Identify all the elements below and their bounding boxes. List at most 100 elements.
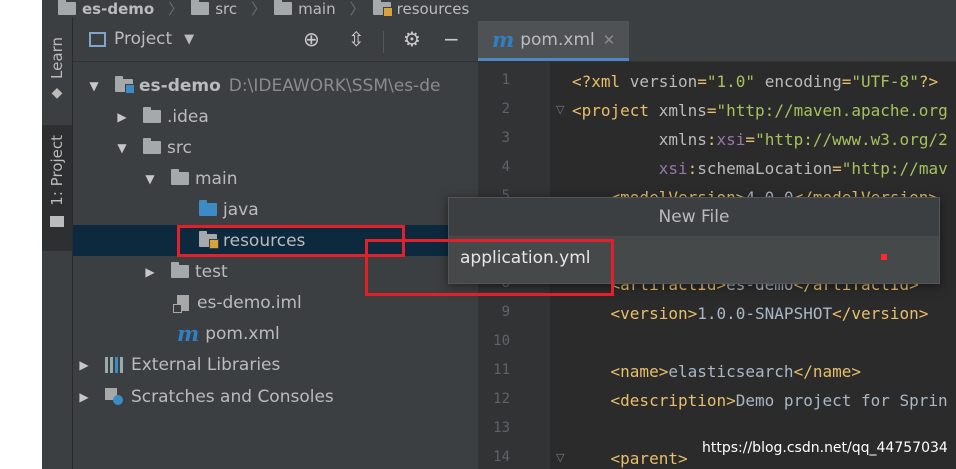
code-token: schemaLocation bbox=[697, 159, 833, 178]
fold-marker-icon[interactable]: ▽ bbox=[556, 103, 566, 116]
code-line: <description>Demo project for Sprin bbox=[572, 391, 948, 410]
folder-icon bbox=[274, 0, 293, 15]
fold-marker-icon[interactable]: ▽ bbox=[556, 451, 566, 464]
source-folder-icon bbox=[199, 200, 217, 216]
line-number: 2 bbox=[501, 101, 510, 117]
gear-icon[interactable]: ⚙ bbox=[403, 27, 421, 51]
folder-icon bbox=[191, 0, 210, 15]
chevron-down-icon[interactable]: ▼ bbox=[115, 141, 129, 155]
hide-panel-icon[interactable]: − bbox=[443, 27, 460, 51]
libraries-icon bbox=[105, 356, 123, 373]
chevron-right-icon[interactable]: ▶ bbox=[143, 265, 157, 279]
project-tool-tab[interactable]: 1: Project bbox=[42, 125, 72, 251]
line-number: 11 bbox=[493, 362, 510, 378]
code-token: elasticsearch bbox=[668, 362, 794, 381]
project-panel-toolbar: Project ▼ ⊕ ⇳ ⚙ − bbox=[73, 17, 478, 62]
code-token: xmlns bbox=[658, 101, 707, 120]
line-number: 4 bbox=[501, 159, 510, 175]
learn-tool-tab[interactable]: Learn ◆ bbox=[42, 37, 72, 127]
tool-window-strip: Learn ◆ 1: Project bbox=[42, 17, 73, 469]
locate-icon[interactable]: ⊕ bbox=[303, 27, 320, 51]
highlight-box-filename bbox=[365, 239, 614, 296]
code-line: <project xmlns="http://maven.apache.org bbox=[572, 101, 948, 120]
scratches-icon bbox=[105, 388, 123, 405]
code-token: <parent> bbox=[572, 449, 688, 468]
code-token: xsi bbox=[716, 130, 746, 149]
code-token: 1.0.0-SNAPSHOT bbox=[697, 304, 833, 323]
code-token: xsi bbox=[658, 159, 688, 178]
tree-item-external-libraries[interactable]: ▶ External Libraries bbox=[73, 349, 482, 380]
code-token: <project bbox=[572, 101, 659, 120]
breadcrumb-item-es-demo[interactable]: es-demo bbox=[58, 0, 154, 18]
code-token: = bbox=[706, 101, 717, 120]
code-token: ?> bbox=[918, 72, 939, 91]
project-view-icon bbox=[89, 31, 106, 47]
code-line: <version>1.0.0-SNAPSHOT</version> bbox=[572, 304, 929, 323]
watermark: https://blog.csdn.net/qq_44757034 bbox=[702, 440, 948, 456]
code-token: </name> bbox=[793, 362, 861, 381]
folder-icon bbox=[171, 169, 189, 185]
code-token: = bbox=[745, 130, 756, 149]
chevron-down-icon[interactable]: ▼ bbox=[87, 79, 101, 93]
tree-item-es-demo[interactable]: ▼ es-demo D:\IDEAWORK\SSM\es-de bbox=[73, 70, 492, 101]
line-number: 9 bbox=[501, 304, 510, 320]
line-number: 1 bbox=[501, 72, 510, 88]
code-line: <?xml version="1.0" encoding="UTF-8"?> bbox=[572, 72, 938, 91]
iml-file-icon bbox=[173, 294, 189, 313]
project-view-selector[interactable]: Project ▼ bbox=[89, 29, 194, 49]
line-number: 13 bbox=[493, 420, 510, 436]
line-number: 3 bbox=[501, 130, 510, 146]
code-line: <name>elasticsearch</name> bbox=[572, 362, 861, 381]
maven-icon: m bbox=[492, 27, 515, 52]
chevron-right-icon[interactable]: ▶ bbox=[115, 110, 129, 124]
tree-item-src[interactable]: ▼ src bbox=[73, 132, 520, 163]
folder-icon bbox=[143, 138, 161, 154]
folder-icon bbox=[50, 215, 64, 227]
tree-item-idea[interactable]: ▶ .idea bbox=[73, 101, 520, 132]
tree-item-main[interactable]: ▼ main bbox=[73, 163, 548, 194]
maven-icon: m bbox=[177, 321, 200, 346]
folder-icon bbox=[143, 107, 161, 123]
code-token: : bbox=[687, 159, 698, 178]
dialog-title: New File bbox=[449, 198, 939, 237]
resources-folder-icon bbox=[372, 0, 393, 17]
collapse-all-icon[interactable]: ⇳ bbox=[348, 27, 365, 51]
code-line: <parent> bbox=[572, 449, 688, 468]
chevron-right-icon[interactable]: ▶ bbox=[77, 390, 91, 404]
code-token: <description> bbox=[572, 391, 736, 410]
close-icon[interactable]: ✕ bbox=[603, 31, 616, 49]
code-token: xmlns bbox=[658, 130, 707, 149]
chevron-down-icon: ▼ bbox=[184, 31, 195, 47]
ide-window: es-demo 〉 src 〉 main 〉 resources Learn ◆… bbox=[42, 0, 956, 469]
code-token: = bbox=[841, 72, 852, 91]
code-token: "http://www.w3.org/2 bbox=[755, 130, 948, 149]
module-folder-icon bbox=[58, 0, 76, 15]
code-token: version bbox=[629, 72, 698, 91]
code-token: <?xml bbox=[572, 72, 630, 91]
line-number: 12 bbox=[493, 391, 510, 407]
code-token: = bbox=[832, 159, 842, 178]
module-folder-icon bbox=[115, 76, 135, 94]
code-token: <version> bbox=[572, 304, 698, 323]
tree-item-scratches[interactable]: ▶ Scratches and Consoles bbox=[73, 381, 482, 412]
code-token: : bbox=[706, 130, 717, 149]
line-number: 14 bbox=[493, 449, 510, 465]
learn-icon: ◆ bbox=[51, 84, 63, 101]
code-token: </version> bbox=[832, 304, 929, 323]
code-token: Demo project for Sprin bbox=[735, 391, 948, 410]
code-token: = bbox=[697, 72, 707, 91]
code-token: encoding bbox=[764, 72, 842, 91]
tab-pom-xml[interactable]: m pom.xml ✕ bbox=[478, 21, 630, 61]
chevron-right-icon[interactable]: ▶ bbox=[77, 358, 91, 372]
error-indicator bbox=[881, 254, 887, 260]
chevron-down-icon[interactable]: ▼ bbox=[143, 172, 157, 186]
code-line: xsi:schemaLocation="http://mav bbox=[572, 159, 948, 178]
folder-icon bbox=[171, 262, 189, 278]
code-token: "1.0" bbox=[706, 72, 756, 91]
code-token: <name> bbox=[572, 362, 669, 381]
code-token: "http://mav bbox=[841, 159, 948, 178]
editor-tabs: m pom.xml ✕ bbox=[478, 17, 956, 62]
